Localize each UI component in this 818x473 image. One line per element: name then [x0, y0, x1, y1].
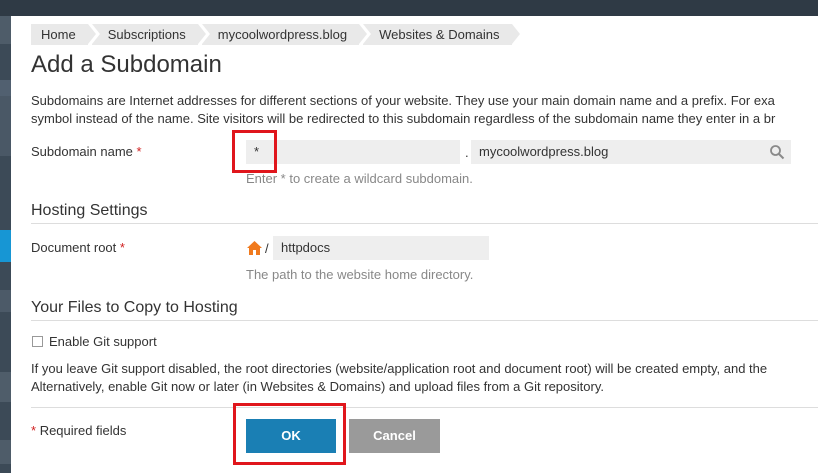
- breadcrumb: Home Subscriptions mycoolwordpress.blog …: [31, 24, 520, 45]
- home-icon: [246, 240, 263, 256]
- git-note: If you leave Git support disabled, the r…: [31, 360, 818, 396]
- section-divider: [31, 320, 818, 321]
- sidebar-item[interactable]: [0, 80, 11, 96]
- intro-line-1: Subdomains are Internet addresses for di…: [31, 93, 775, 108]
- page-title: Add a Subdomain: [31, 51, 222, 78]
- footer-divider: [31, 407, 818, 408]
- document-root-label: Document root *: [31, 240, 125, 255]
- breadcrumb-home[interactable]: Home: [31, 24, 96, 45]
- required-mark: *: [119, 240, 125, 255]
- cancel-button[interactable]: Cancel: [349, 419, 440, 453]
- document-root-label-text: Document root: [31, 240, 117, 255]
- breadcrumb-subscriptions[interactable]: Subscriptions: [91, 24, 206, 45]
- highlight-box-subdomain: [232, 130, 277, 173]
- highlight-box-ok: [233, 403, 346, 465]
- parent-domain-select[interactable]: mycoolwordpress.blog: [471, 140, 791, 164]
- search-icon[interactable]: [769, 144, 785, 160]
- subdomain-name-label-text: Subdomain name: [31, 144, 133, 159]
- required-mark: *: [136, 144, 142, 159]
- required-fields-text: Required fields: [39, 423, 127, 438]
- hosting-settings-title: Hosting Settings: [31, 202, 148, 219]
- files-section-title: Your Files to Copy to Hosting: [31, 299, 238, 316]
- subdomain-input[interactable]: *: [246, 140, 460, 164]
- git-note-line-2: Alternatively, enable Git now or later (…: [31, 379, 604, 394]
- git-support-label[interactable]: Enable Git support: [49, 334, 157, 349]
- subdomain-name-label: Subdomain name *: [31, 144, 142, 159]
- sidebar-item-active[interactable]: [0, 230, 11, 262]
- sidebar-item[interactable]: [0, 372, 11, 402]
- document-root-input[interactable]: httpdocs: [273, 236, 489, 260]
- document-root-hint: The path to the website home directory.: [246, 267, 474, 282]
- git-support-checkbox[interactable]: [32, 336, 43, 347]
- intro-line-2: symbol instead of the name. Site visitor…: [31, 111, 776, 126]
- subdomain-hint: Enter * to create a wildcard subdomain.: [246, 171, 473, 186]
- intro-text: Subdomains are Internet addresses for di…: [31, 92, 818, 128]
- required-mark: *: [31, 423, 37, 438]
- parent-domain-value: mycoolwordpress.blog: [479, 144, 609, 159]
- section-divider: [31, 223, 818, 224]
- path-separator: /: [265, 241, 269, 256]
- top-bar: [0, 0, 818, 16]
- breadcrumb-websites-domains[interactable]: Websites & Domains: [363, 24, 520, 45]
- sidebar-item[interactable]: [0, 290, 11, 312]
- sidebar-item[interactable]: [0, 440, 11, 464]
- git-note-line-1: If you leave Git support disabled, the r…: [31, 361, 768, 376]
- required-fields-note: * Required fields: [31, 423, 126, 438]
- sidebar-item[interactable]: [0, 16, 11, 44]
- document-root-value: httpdocs: [281, 240, 331, 255]
- breadcrumb-subscription-domain[interactable]: mycoolwordpress.blog: [201, 24, 368, 45]
- sidebar-item[interactable]: [0, 96, 11, 156]
- domain-separator: .: [465, 145, 469, 160]
